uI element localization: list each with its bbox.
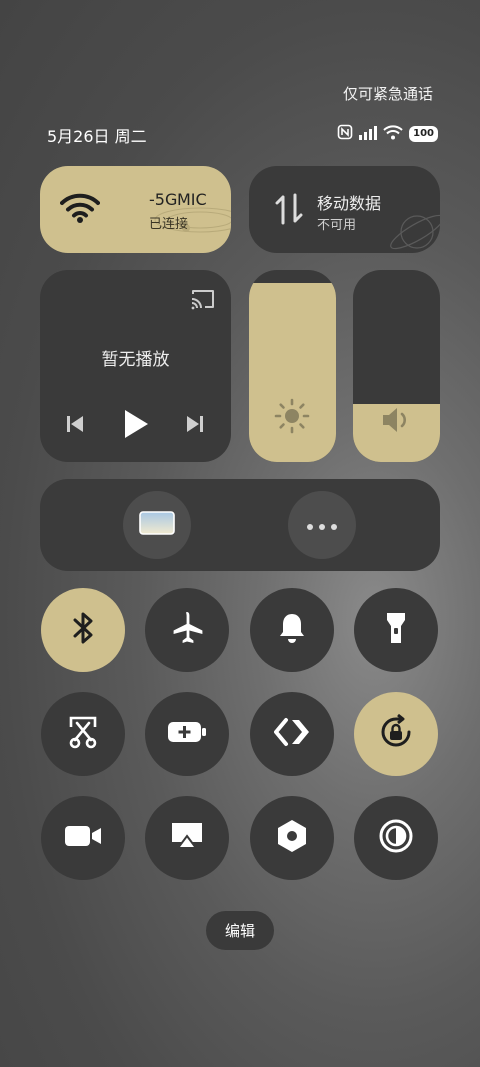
mobile-data-status: 不可用 bbox=[317, 218, 357, 233]
connect-toggle[interactable] bbox=[250, 692, 334, 776]
more-dots-icon bbox=[305, 516, 339, 535]
wifi-ssid: -5G bbox=[149, 190, 178, 209]
mobile-data-title: 移动数据 bbox=[317, 194, 382, 213]
battery-plus-icon bbox=[167, 720, 207, 748]
flashlight-toggle[interactable] bbox=[354, 588, 438, 672]
planet-decoration-icon bbox=[390, 214, 440, 250]
rotation-lock-toggle[interactable] bbox=[354, 692, 438, 776]
wallpaper-icon bbox=[139, 511, 175, 539]
battery-saver-toggle[interactable] bbox=[145, 692, 229, 776]
airplay-icon bbox=[170, 821, 204, 855]
dark-mode-toggle[interactable] bbox=[354, 796, 438, 880]
ringer-toggle[interactable] bbox=[250, 588, 334, 672]
more-options-button[interactable] bbox=[288, 491, 356, 559]
battery-indicator: 100 bbox=[409, 126, 438, 142]
speaker-icon bbox=[381, 405, 413, 439]
rotation-lock-icon bbox=[377, 713, 415, 755]
wifi-icon bbox=[60, 192, 100, 228]
flashlight-icon bbox=[385, 610, 407, 650]
signal-icon bbox=[359, 125, 378, 144]
airplane-icon bbox=[169, 610, 205, 650]
wifi-status: 已连接 bbox=[149, 217, 189, 232]
next-track-icon[interactable] bbox=[184, 413, 206, 439]
status-bar-icons: 100 bbox=[337, 124, 438, 144]
nfc-icon bbox=[337, 124, 353, 144]
brightness-slider[interactable] bbox=[249, 270, 336, 462]
bluetooth-icon bbox=[69, 610, 97, 650]
volume-slider[interactable] bbox=[353, 270, 440, 462]
wifi-ssid-suffix: MIC bbox=[177, 190, 207, 209]
previous-track-icon[interactable] bbox=[64, 413, 86, 439]
mobile-data-tile[interactable]: 移动数据 不可用 bbox=[249, 166, 440, 253]
code-icon bbox=[274, 717, 310, 751]
edit-button[interactable]: 编辑 bbox=[206, 911, 274, 950]
bell-icon bbox=[277, 611, 307, 649]
settings-toggle[interactable] bbox=[250, 796, 334, 880]
video-icon bbox=[64, 824, 102, 852]
media-status: 暂无播放 bbox=[101, 350, 170, 370]
shortcut-bar bbox=[40, 479, 440, 571]
wifi-tile[interactable]: -5G MIC 已连接 bbox=[40, 166, 231, 253]
wallpaper-button[interactable] bbox=[123, 491, 191, 559]
hexagon-icon bbox=[276, 819, 308, 857]
media-player-tile: 暂无播放 bbox=[40, 270, 231, 462]
scissors-icon bbox=[67, 715, 99, 753]
cast-screen-toggle[interactable] bbox=[145, 796, 229, 880]
play-icon[interactable] bbox=[122, 408, 150, 444]
bluetooth-toggle[interactable] bbox=[41, 588, 125, 672]
date-label: 5月26日 周二 bbox=[47, 127, 147, 146]
contrast-icon bbox=[379, 819, 413, 857]
screen-record-toggle[interactable] bbox=[41, 796, 125, 880]
screenshot-toggle[interactable] bbox=[41, 692, 125, 776]
wifi-status-icon bbox=[383, 124, 403, 144]
airplane-toggle[interactable] bbox=[145, 588, 229, 672]
cast-icon[interactable] bbox=[190, 288, 216, 314]
data-transfer-icon bbox=[275, 193, 303, 229]
brightness-icon bbox=[274, 398, 310, 438]
emergency-call-note: 仅可紧急通话 bbox=[342, 85, 433, 103]
